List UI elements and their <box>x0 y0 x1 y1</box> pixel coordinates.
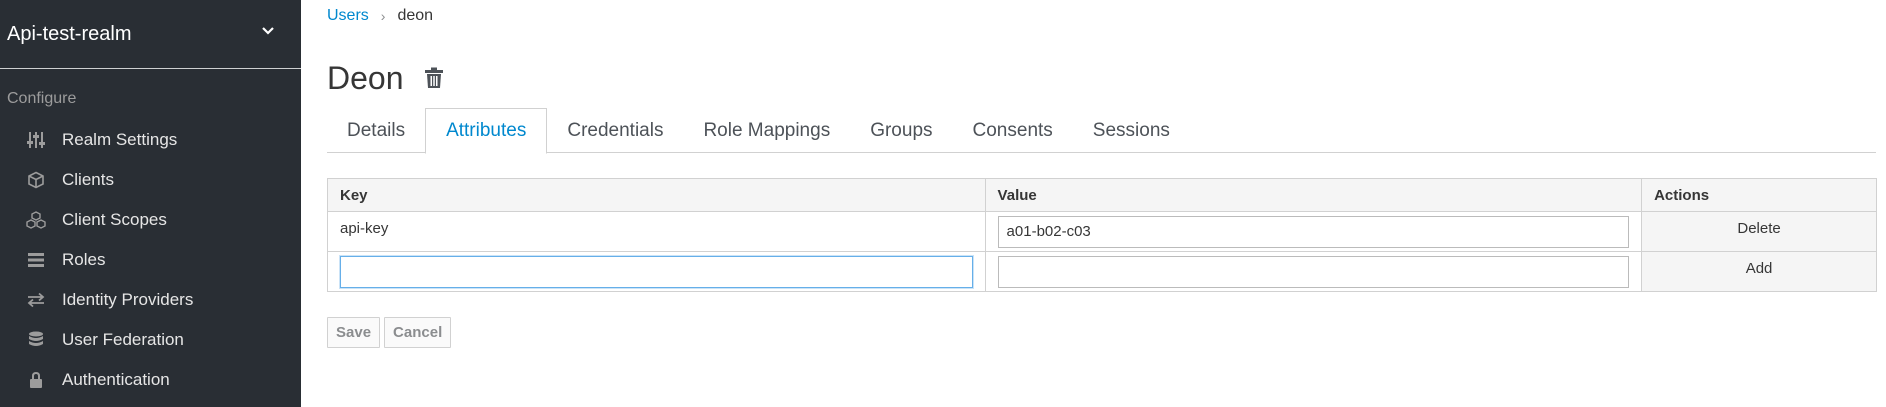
tab-sessions[interactable]: Sessions <box>1073 108 1190 153</box>
sidebar-item-roles[interactable]: Roles <box>0 240 301 280</box>
new-value-input[interactable] <box>997 255 1630 288</box>
cancel-button[interactable]: Cancel <box>384 317 452 348</box>
realm-selector[interactable]: Api-test-realm <box>0 0 301 69</box>
main-content: Users › deon Deon Details Attributes Cre… <box>301 0 1886 407</box>
sidebar-item-label: Identity Providers <box>62 290 194 309</box>
sidebar-item-label: Client Scopes <box>62 210 167 229</box>
attribute-value-input[interactable] <box>997 215 1630 248</box>
sidebar-item-label: Clients <box>62 170 114 189</box>
column-header-key: Key <box>327 178 986 212</box>
sidebar-item-label: Roles <box>62 250 106 269</box>
sidebar-item-realm-settings[interactable]: Realm Settings <box>0 120 301 160</box>
table-header-row: Key Value Actions <box>327 178 1877 212</box>
sidebar-item-label: Realm Settings <box>62 130 178 149</box>
realm-name: Api-test-realm <box>7 22 132 45</box>
breadcrumb-users-link[interactable]: Users <box>327 7 369 25</box>
add-attribute-button[interactable]: Add <box>1641 251 1877 292</box>
breadcrumb-separator: › <box>380 8 386 24</box>
new-key-input[interactable] <box>340 255 973 288</box>
sidebar-item-label: Authentication <box>62 370 170 389</box>
sliders-icon <box>26 130 46 150</box>
cubes-icon <box>26 210 46 230</box>
attributes-table: Key Value Actions api-key Delete Ad <box>327 178 1877 292</box>
user-tabs: Details Attributes Credentials Role Mapp… <box>327 108 1876 154</box>
save-button[interactable]: Save <box>327 317 381 348</box>
tab-details[interactable]: Details <box>327 108 425 153</box>
sidebar-item-authentication[interactable]: Authentication <box>0 360 301 400</box>
section-label-configure: Configure <box>7 90 77 107</box>
column-header-value: Value <box>984 178 1643 212</box>
new-key-cell <box>327 251 986 292</box>
sidebar: Api-test-realm Configure Realm Settings <box>0 0 301 407</box>
tasks-icon <box>26 250 46 270</box>
breadcrumb-current: deon <box>397 7 434 24</box>
column-header-actions: Actions <box>1641 178 1877 212</box>
tab-role-mappings[interactable]: Role Mappings <box>683 108 850 153</box>
exchange-icon <box>26 290 46 310</box>
sidebar-item-label: User Federation <box>62 330 184 349</box>
new-attribute-row: Add <box>327 251 1877 292</box>
sidebar-item-clients[interactable]: Clients <box>0 160 301 200</box>
page-title: Deon <box>327 60 404 96</box>
delete-attribute-button[interactable]: Delete <box>1641 211 1877 252</box>
new-value-cell <box>984 251 1643 292</box>
form-buttons: Save Cancel <box>327 317 452 348</box>
lock-icon <box>26 370 46 390</box>
attribute-value-cell <box>984 211 1643 252</box>
breadcrumb: Users › deon <box>327 7 433 25</box>
database-icon <box>26 330 46 350</box>
tab-consents[interactable]: Consents <box>953 108 1073 153</box>
sidebar-item-client-scopes[interactable]: Client Scopes <box>0 200 301 240</box>
sidebar-nav: Realm Settings Clients Client Scopes Rol… <box>0 120 301 400</box>
trash-icon[interactable] <box>424 67 444 94</box>
attribute-key: api-key <box>327 211 986 252</box>
chevron-down-icon <box>260 22 276 38</box>
cube-icon <box>26 170 46 190</box>
tab-credentials[interactable]: Credentials <box>547 108 683 153</box>
table-row: api-key Delete <box>327 211 1877 252</box>
sidebar-item-identity-providers[interactable]: Identity Providers <box>0 280 301 320</box>
tab-attributes[interactable]: Attributes <box>425 108 548 154</box>
page-header: Deon <box>327 60 444 97</box>
tab-groups[interactable]: Groups <box>850 108 952 153</box>
sidebar-item-user-federation[interactable]: User Federation <box>0 320 301 360</box>
